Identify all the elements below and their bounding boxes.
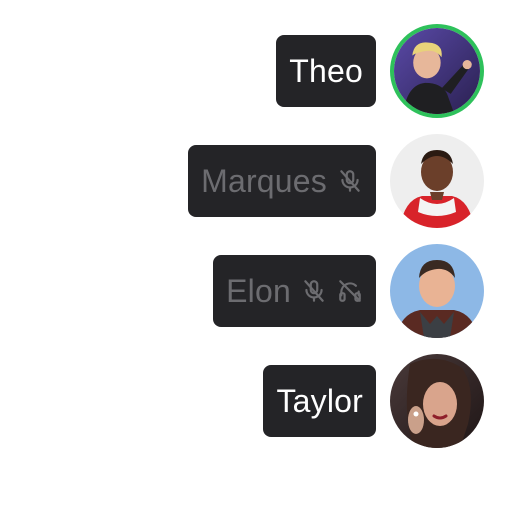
headphones-off-icon	[337, 278, 363, 304]
participant-row-taylor[interactable]: Taylor	[263, 351, 484, 451]
name-pill: Theo	[276, 35, 376, 107]
avatar-image	[390, 244, 484, 338]
participant-name: Theo	[289, 53, 363, 89]
participant-row-marques[interactable]: Marques	[188, 131, 484, 231]
avatar-image	[390, 134, 484, 228]
avatar[interactable]	[390, 354, 484, 448]
name-pill: Taylor	[263, 365, 376, 437]
participant-name: Taylor	[276, 383, 363, 419]
avatar[interactable]	[390, 24, 484, 118]
participant-name: Elon	[226, 273, 291, 309]
voice-participant-list: Theo Marques Elon Taylor	[0, 0, 512, 512]
mic-off-icon	[337, 168, 363, 194]
participant-name: Marques	[201, 163, 327, 199]
name-pill: Marques	[188, 145, 376, 217]
participant-row-theo[interactable]: Theo	[276, 21, 484, 121]
avatar[interactable]	[390, 134, 484, 228]
avatar-image	[394, 28, 480, 114]
participant-row-elon[interactable]: Elon	[213, 241, 484, 341]
mic-off-icon	[301, 278, 327, 304]
avatar-image	[390, 354, 484, 448]
name-pill: Elon	[213, 255, 376, 327]
avatar[interactable]	[390, 244, 484, 338]
